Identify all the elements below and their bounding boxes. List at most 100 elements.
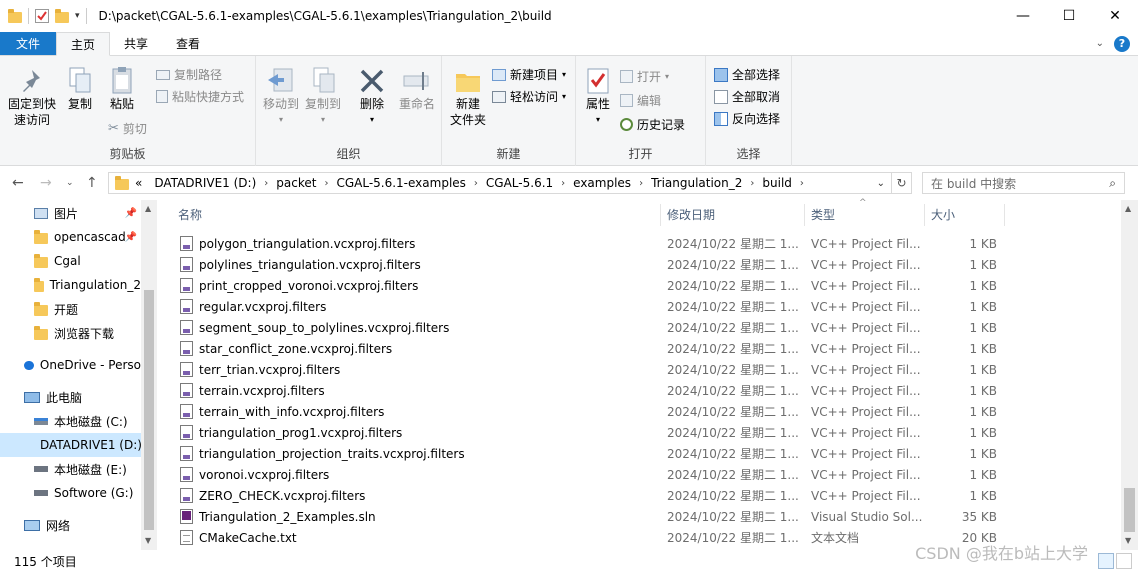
scroll-up-icon[interactable]: ▲ [1125, 204, 1131, 213]
table-row[interactable]: terr_trian.vcxproj.filters 2024/10/22 星期二… [170, 359, 1120, 380]
table-row[interactable]: polylines_triangulation.vcxproj.filters 2… [170, 254, 1120, 275]
address-dropdown-icon[interactable]: ⌄ [871, 178, 891, 189]
tab-view[interactable]: 查看 [162, 32, 214, 55]
table-row[interactable]: terrain.vcxproj.filters 2024/10/22 星期二 1.… [170, 380, 1120, 401]
crumb-0[interactable]: DATADRIVE1 (D:) [148, 176, 262, 190]
crumb-4[interactable]: examples [567, 176, 637, 190]
address-prefix[interactable]: « [129, 176, 148, 190]
nav-item-triangulation[interactable]: Triangulation_2 [0, 273, 141, 297]
file-list-scrollbar[interactable]: ▲ ▼ [1121, 200, 1138, 550]
crumb-1[interactable]: packet [270, 176, 322, 190]
table-row[interactable]: print_cropped_voronoi.vcxproj.filters 202… [170, 275, 1120, 296]
move-to-button[interactable]: 移动到 ▾ [260, 66, 302, 128]
scroll-down-icon[interactable]: ▼ [145, 536, 151, 545]
nav-item-drive-e[interactable]: 本地磁盘 (E:) [0, 457, 141, 481]
nav-item-browser-downloads[interactable]: 浏览器下载 [0, 321, 141, 345]
open-button[interactable]: 打开 ▾ [620, 68, 669, 85]
help-icon[interactable]: ? [1114, 35, 1130, 52]
tab-file[interactable]: 文件 [0, 32, 57, 55]
chevron-down-icon[interactable]: ⌄ [1096, 38, 1104, 49]
table-row[interactable]: segment_soup_to_polylines.vcxproj.filter… [170, 317, 1120, 338]
minimize-button[interactable]: — [1000, 0, 1046, 32]
maximize-button[interactable]: ☐ [1046, 0, 1092, 32]
column-header-name[interactable]: 名称 [178, 200, 202, 228]
new-item-button[interactable]: 新建项目 ▾ [492, 66, 566, 83]
tab-share[interactable]: 共享 [110, 32, 162, 55]
table-row[interactable]: ZERO_CHECK.vcxproj.filters 2024/10/22 星期二… [170, 485, 1120, 506]
crumb-2[interactable]: CGAL-5.6.1-examples [330, 176, 471, 190]
select-all-button[interactable]: 全部选择 [714, 66, 780, 83]
paste-button[interactable]: 粘贴 [104, 66, 140, 112]
invert-selection-button[interactable]: 反向选择 [714, 110, 780, 127]
large-icons-view-icon[interactable] [1116, 553, 1132, 569]
rename-button[interactable]: 重命名 [394, 66, 440, 112]
nav-item-cgal[interactable]: Cgal [0, 249, 141, 273]
search-input[interactable]: 在 build 中搜索 ⌕ [922, 172, 1125, 194]
file-name: terr_trian.vcxproj.filters [199, 362, 341, 377]
scrollbar-thumb[interactable] [1124, 488, 1135, 532]
clipboard-icon [112, 67, 132, 94]
column-header-type[interactable]: 类型 [811, 200, 835, 228]
crumb-separator-icon[interactable]: › [559, 178, 567, 189]
table-row[interactable]: regular.vcxproj.filters 2024/10/22 星期二 1.… [170, 296, 1120, 317]
scroll-up-icon[interactable]: ▲ [145, 204, 151, 213]
nav-item-drive-d[interactable]: DATADRIVE1 (D:) [0, 433, 141, 457]
table-row[interactable]: voronoi.vcxproj.filters 2024/10/22 星期二 1.… [170, 464, 1120, 485]
table-row[interactable]: polygon_triangulation.vcxproj.filters 202… [170, 233, 1120, 254]
cut-button[interactable]: ✂ 剪切 [108, 120, 147, 137]
nav-item-onedrive[interactable]: OneDrive - Perso [0, 353, 141, 377]
copy-path-button[interactable]: 复制路径 [156, 66, 222, 83]
new-folder-icon[interactable] [55, 8, 69, 23]
solution-file-icon [180, 509, 193, 524]
nav-item-kaiti[interactable]: 开题 [0, 297, 141, 321]
refresh-button[interactable]: ↻ [892, 172, 912, 194]
table-row[interactable]: star_conflict_zone.vcxproj.filters 2024/1… [170, 338, 1120, 359]
details-view-icon[interactable] [1098, 553, 1114, 569]
table-row[interactable]: triangulation_prog1.vcxproj.filters 2024/… [170, 422, 1120, 443]
paste-shortcut-button[interactable]: 粘贴快捷方式 [156, 88, 244, 105]
properties-button[interactable]: 属性 ▾ [580, 66, 616, 128]
up-arrow-icon[interactable]: ↑ [86, 175, 98, 191]
customize-toolbar-icon[interactable]: ▾ [75, 11, 80, 21]
recent-locations-chevron-icon[interactable]: ⌄ [66, 178, 74, 188]
crumb-separator-icon[interactable]: › [637, 178, 645, 189]
file-type: VC++ Project Fil... [811, 425, 921, 440]
crumb-separator-icon[interactable]: › [472, 178, 480, 189]
forward-arrow-icon[interactable]: → [40, 175, 52, 191]
tab-home[interactable]: 主页 [56, 32, 111, 56]
select-none-button[interactable]: 全部取消 [714, 88, 780, 105]
table-row[interactable]: triangulation_projection_traits.vcxproj.… [170, 443, 1120, 464]
pin-quick-access-button[interactable]: 固定到快 速访问 [6, 66, 58, 128]
scroll-down-icon[interactable]: ▼ [1125, 536, 1131, 545]
crumb-separator-icon[interactable]: › [322, 178, 330, 189]
delete-button[interactable]: 删除 ▾ [352, 66, 392, 128]
column-header-size[interactable]: 大小 [931, 200, 955, 228]
column-header-date[interactable]: 修改日期 [667, 200, 715, 228]
table-row[interactable]: Triangulation_2_Examples.sln 2024/10/22 星… [170, 506, 1120, 527]
close-button[interactable]: ✕ [1092, 0, 1138, 32]
crumb-separator-icon[interactable]: › [262, 178, 270, 189]
crumb-5[interactable]: Triangulation_2 [645, 176, 748, 190]
crumb-3[interactable]: CGAL-5.6.1 [480, 176, 559, 190]
easy-access-button[interactable]: 轻松访问 ▾ [492, 88, 566, 105]
nav-item-drive-g[interactable]: Softwore (G:) [0, 481, 141, 505]
scrollbar-thumb[interactable] [144, 290, 154, 530]
crumb-6[interactable]: build [756, 176, 798, 190]
new-folder-button[interactable]: 新建 文件夹 [446, 66, 490, 128]
table-row[interactable]: terrain_with_info.vcxproj.filters 2024/10… [170, 401, 1120, 422]
nav-item-opencascad[interactable]: opencascad 📌 [0, 225, 141, 249]
edit-button[interactable]: 编辑 [620, 92, 661, 109]
copy-button[interactable]: 复制 [62, 66, 98, 112]
address-bar[interactable]: « DATADRIVE1 (D:) › packet › CGAL-5.6.1-ex… [108, 172, 892, 194]
properties-check-icon[interactable] [35, 9, 49, 23]
nav-item-drive-c[interactable]: 本地磁盘 (C:) [0, 409, 141, 433]
history-button[interactable]: 历史记录 [620, 116, 685, 133]
crumb-separator-icon[interactable]: › [748, 178, 756, 189]
nav-item-this-pc[interactable]: 此电脑 [0, 385, 141, 409]
copy-to-button[interactable]: 复制到 ▾ [302, 66, 344, 128]
nav-item-network[interactable]: 网络 [0, 513, 141, 537]
back-arrow-icon[interactable]: ← [12, 175, 24, 191]
nav-item-pictures[interactable]: 图片 📌 [0, 201, 141, 225]
nav-pane-scrollbar[interactable]: ▲ ▼ [141, 200, 157, 550]
crumb-separator-icon[interactable]: › [798, 178, 806, 189]
